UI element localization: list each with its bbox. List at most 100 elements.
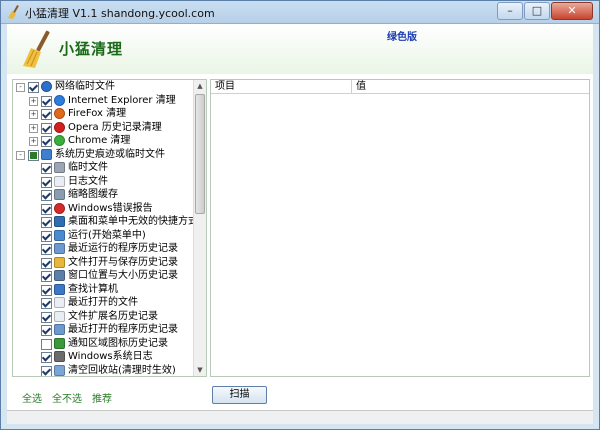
results-grid[interactable]: 项目 值 [210, 79, 590, 377]
expand-icon[interactable]: + [29, 123, 38, 133]
tree-item[interactable]: 临时文件 [13, 161, 193, 175]
tree-item[interactable]: 运行(开始菜单中) [13, 229, 193, 243]
tree-item-checkbox[interactable] [41, 203, 52, 215]
tree-item[interactable]: Windows错误报告 [13, 202, 193, 216]
minimize-button[interactable]: – [497, 2, 523, 20]
scroll-up-arrow-icon[interactable]: ▲ [194, 80, 206, 92]
tree-item-label: 桌面和菜单中无效的快捷方式 [68, 216, 198, 227]
tree-item-checkbox[interactable] [41, 217, 52, 228]
recycle-bin-icon [54, 364, 65, 376]
tree-item[interactable]: - 网络临时文件 [13, 80, 193, 94]
expand-icon[interactable]: + [29, 96, 38, 106]
tree-item-checkbox[interactable] [41, 122, 52, 134]
tree-item-checkbox[interactable] [41, 325, 52, 336]
tree-item[interactable]: + Opera 历史记录清理 [13, 121, 193, 135]
close-button[interactable]: ✕ [551, 2, 593, 20]
globe-icon [41, 81, 52, 92]
error-icon [54, 202, 65, 214]
window-title: 小猛清理 V1.1 shandong.ycool.com [25, 7, 215, 20]
tree-item[interactable]: 通知区域图标历史记录 [13, 337, 193, 351]
opera-icon [54, 121, 65, 133]
tree-item[interactable]: Windows系统日志 [13, 350, 193, 364]
tree-item-label: Internet Explorer 清理 [68, 94, 176, 106]
client-area: 小猛清理 绿色版 - 网络临时文件 + Internet Explorer 清理 + Fi… [7, 24, 593, 424]
tree-item-checkbox[interactable] [41, 352, 52, 363]
tree-item-label: Opera 历史记录清理 [68, 121, 162, 133]
edition-label: 绿色版 [387, 32, 417, 43]
tree-item-checkbox[interactable] [41, 95, 52, 107]
tree-item-checkbox[interactable] [41, 109, 52, 120]
tree-rows: - 网络临时文件 + Internet Explorer 清理 + FireFox 清理 +… [13, 80, 198, 376]
tree-item[interactable]: - 系统历史痕迹或临时文件 [13, 148, 193, 162]
tree-item[interactable]: + Chrome 清理 [13, 134, 193, 148]
results-grid-header: 项目 值 [211, 80, 589, 94]
tree-item-label: 缩略图缓存 [68, 189, 118, 200]
column-separator[interactable] [351, 80, 352, 93]
scrollbar-thumb[interactable] [195, 94, 205, 214]
tree-item[interactable]: 文件打开与保存历史记录 [13, 256, 193, 270]
desktop-icon [54, 216, 65, 227]
doc-icon [54, 175, 65, 187]
program-icon [54, 243, 65, 254]
tree-item[interactable]: 清空回收站(清理时生效) [13, 364, 193, 376]
column-header-item[interactable]: 项目 [215, 80, 235, 93]
run-icon [54, 229, 65, 241]
tree-item-checkbox[interactable] [41, 271, 52, 282]
maximize-button[interactable]: □ [524, 2, 550, 20]
app-window: 小猛清理 V1.1 shandong.ycool.com – □ ✕ 小猛清理 … [0, 0, 600, 430]
tree-item-checkbox[interactable] [41, 311, 52, 323]
tree-item-checkbox[interactable] [41, 136, 52, 147]
tree-item[interactable]: 日志文件 [13, 175, 193, 189]
tree-item-label: Windows错误报告 [68, 202, 153, 214]
tree-item[interactable]: 最近打开的程序历史记录 [13, 323, 193, 337]
tree-item[interactable]: 桌面和菜单中无效的快捷方式 [13, 215, 198, 229]
tree-item[interactable]: 缩略图缓存 [13, 188, 193, 202]
scan-button[interactable]: 扫描 [212, 386, 267, 404]
cleanup-tree[interactable]: - 网络临时文件 + Internet Explorer 清理 + FireFox 清理 +… [12, 79, 207, 377]
select-all-link[interactable]: 全选 [22, 390, 42, 405]
tree-item-checkbox[interactable] [41, 176, 52, 188]
tree-item-label: 文件打开与保存历史记录 [68, 256, 178, 268]
tree-item-checkbox[interactable] [41, 244, 52, 255]
tree-item[interactable]: + Internet Explorer 清理 [13, 94, 193, 108]
tree-item-checkbox[interactable] [41, 163, 52, 174]
tree-item-checkbox[interactable] [41, 257, 52, 269]
file-icon [54, 162, 65, 173]
collapse-icon[interactable]: - [16, 150, 25, 160]
tree-item-label: 通知区域图标历史记录 [68, 337, 168, 349]
tree-item[interactable]: + FireFox 清理 [13, 107, 193, 121]
tree-item-checkbox[interactable] [41, 298, 52, 309]
column-header-value[interactable]: 值 [356, 80, 366, 93]
tree-item-label: 网络临时文件 [55, 81, 115, 92]
tree-item-checkbox[interactable] [41, 338, 52, 350]
tree-scrollbar[interactable]: ▲ ▼ [193, 80, 206, 376]
tree-item-label: 清空回收站(清理时生效) [68, 364, 176, 376]
collapse-icon[interactable]: - [16, 83, 25, 92]
tree-item-checkbox[interactable] [28, 82, 39, 93]
firefox-icon [54, 108, 65, 119]
extension-icon [54, 310, 65, 322]
tree-item[interactable]: 文件扩展名历史记录 [13, 310, 193, 324]
expand-icon[interactable]: + [29, 110, 38, 119]
title-bar[interactable]: 小猛清理 V1.1 shandong.ycool.com – □ ✕ [1, 1, 599, 24]
tree-item[interactable]: 窗口位置与大小历史记录 [13, 269, 193, 283]
select-none-link[interactable]: 全不选 [52, 390, 82, 405]
expand-icon[interactable]: + [29, 137, 38, 146]
tree-item-checkbox[interactable] [41, 284, 52, 296]
selection-links: 全选 全不选 推荐 [22, 390, 112, 405]
tree-item-checkbox[interactable] [41, 365, 52, 376]
tree-item-label: 系统历史痕迹或临时文件 [55, 148, 165, 160]
tree-item[interactable]: 查找计算机 [13, 283, 193, 297]
tree-item-label: Chrome 清理 [68, 135, 131, 146]
tree-item[interactable]: 最近打开的文件 [13, 296, 193, 310]
tree-item-label: Windows系统日志 [68, 351, 153, 362]
tree-item-checkbox[interactable] [28, 149, 39, 161]
tree-item[interactable]: 最近运行的程序历史记录 [13, 242, 193, 256]
tree-item-checkbox[interactable] [41, 230, 52, 242]
ie-icon [54, 94, 65, 106]
tree-item-checkbox[interactable] [41, 190, 52, 201]
thumbnail-icon [54, 189, 65, 200]
window-icon [54, 270, 65, 281]
scroll-down-arrow-icon[interactable]: ▼ [194, 364, 206, 376]
recommended-link[interactable]: 推荐 [92, 390, 112, 405]
